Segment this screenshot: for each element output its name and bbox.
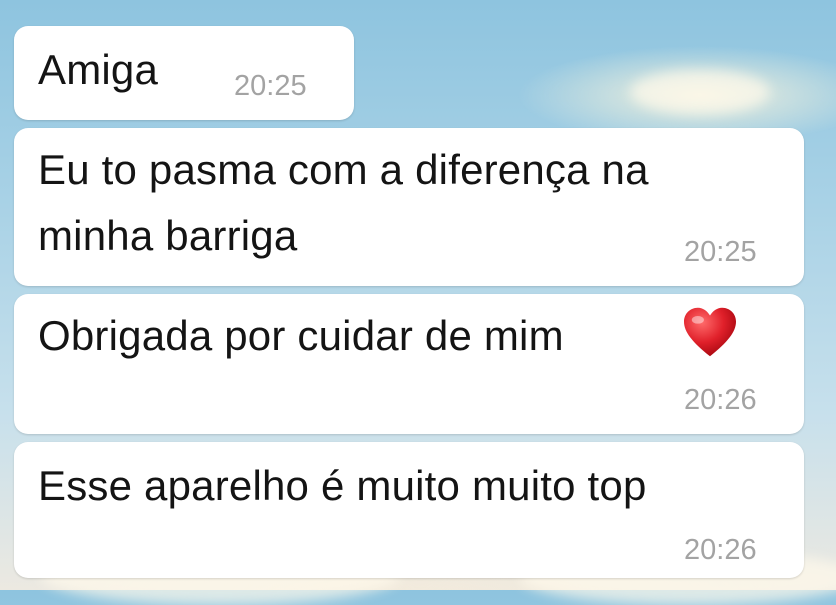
- message-time: 20:26: [684, 534, 757, 566]
- chat-thread: Amiga 20:25 Eu to pasma com a diferença …: [0, 0, 836, 590]
- message-text-line-2: minha barriga: [38, 212, 298, 259]
- message-bubble[interactable]: Obrigada por cuidar de mim 20:26: [14, 294, 804, 434]
- message-bubble[interactable]: Eu to pasma com a diferença na minha bar…: [14, 128, 804, 286]
- message-text: Esse aparelho é muito muito top: [38, 462, 647, 509]
- message-time: 20:26: [684, 384, 757, 416]
- message-bubble[interactable]: Esse aparelho é muito muito top 20:26: [14, 442, 804, 578]
- message-time: 20:25: [234, 70, 307, 102]
- message-text: Obrigada por cuidar de mim: [38, 312, 564, 359]
- message-text: Amiga: [38, 46, 159, 93]
- heart-icon: [684, 307, 736, 357]
- message-bubble[interactable]: Amiga 20:25: [14, 26, 354, 120]
- message-time: 20:25: [684, 236, 757, 268]
- message-text-line-1: Eu to pasma com a diferença na: [38, 146, 649, 193]
